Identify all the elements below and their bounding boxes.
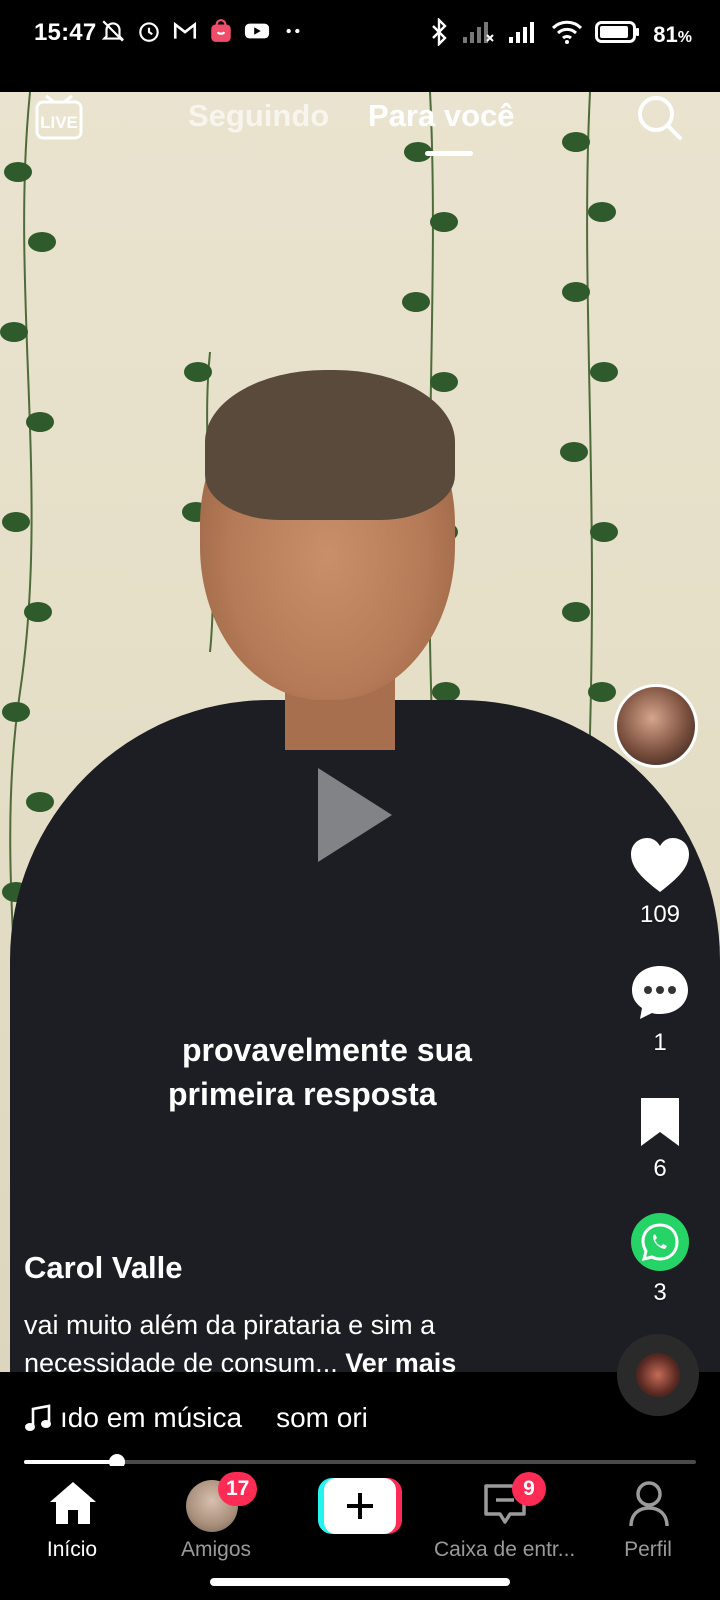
search-icon[interactable] — [636, 94, 684, 147]
music-disc-cover — [636, 1353, 680, 1397]
signal-icon — [507, 19, 539, 50]
creator-avatar[interactable] — [614, 684, 698, 768]
friends-badge: 17 — [218, 1472, 258, 1506]
live-label: LIVE — [40, 113, 78, 132]
tab-following[interactable]: Seguindo — [188, 98, 329, 134]
video-description[interactable]: vai muito além da pirataria e sim a nece… — [24, 1306, 584, 1382]
share-button[interactable]: 3 — [620, 1212, 700, 1307]
music-disc[interactable] — [617, 1334, 699, 1416]
create-button[interactable] — [318, 1478, 402, 1534]
top-nav: LIVE Seguindo Para você — [0, 92, 720, 162]
plus-icon — [347, 1493, 373, 1519]
live-icon[interactable]: LIVE — [34, 92, 84, 147]
status-left-icons — [100, 18, 306, 44]
active-tab-indicator — [425, 151, 473, 156]
battery-percent: 81% — [653, 21, 692, 47]
nav-profile-label: Perfil — [624, 1538, 672, 1561]
gmail-icon — [172, 18, 198, 44]
music-title-part-2: som ori — [276, 1402, 368, 1433]
youtube-icon — [244, 18, 270, 44]
save-count: 6 — [653, 1155, 667, 1182]
like-count: 109 — [639, 901, 681, 928]
more-dots-icon — [280, 18, 306, 44]
video-player[interactable] — [0, 92, 720, 1372]
comment-button[interactable]: 1 — [620, 962, 700, 1057]
music-bar[interactable]: ıdo em música som ori — [0, 1372, 720, 1464]
person-hair — [205, 370, 455, 520]
battery-icon — [595, 19, 641, 50]
nav-friends-label: Amigos — [180, 1538, 252, 1561]
comment-count: 1 — [653, 1029, 667, 1056]
status-time: 15:47 — [34, 19, 97, 46]
music-note-icon — [25, 1404, 51, 1431]
music-title-part-1: ıdo em música — [60, 1402, 243, 1433]
shopping-bag-icon — [208, 18, 234, 44]
overlay-line-1: provavelmente sua — [182, 1032, 472, 1068]
play-icon[interactable] — [310, 760, 400, 870]
progress-fill — [24, 1460, 117, 1464]
home-indicator[interactable] — [210, 1578, 510, 1586]
bluetooth-icon — [429, 17, 449, 51]
mute-bell-icon — [100, 18, 126, 44]
tab-for-you[interactable]: Para você — [368, 98, 515, 134]
like-button[interactable]: 109 — [620, 836, 700, 929]
whatsapp-icon — [631, 1213, 689, 1271]
profile-icon — [629, 1481, 669, 1527]
creator-username[interactable]: Carol Valle — [24, 1250, 183, 1286]
status-right-icons: 81% — [429, 17, 692, 51]
wifi-icon — [551, 19, 583, 50]
music-title: ıdo em música som ori — [60, 1402, 368, 1434]
comment-icon — [632, 966, 688, 1019]
home-icon — [50, 1482, 96, 1524]
status-bar: 15:47 81% — [0, 0, 720, 92]
alarm-icon — [136, 18, 162, 44]
inbox-badge: 9 — [512, 1472, 546, 1506]
video-overlay-text: provavelmente sua primeira resposta — [168, 1028, 568, 1116]
bookmark-icon — [641, 1098, 679, 1146]
overlay-line-2: primeira resposta — [168, 1076, 437, 1112]
heart-icon — [631, 838, 689, 892]
nav-home-label: Início — [46, 1538, 98, 1561]
create-button-face — [324, 1478, 396, 1534]
signal-off-icon — [461, 19, 495, 50]
share-count: 3 — [653, 1279, 667, 1306]
nav-inbox-label: Caixa de entr... — [434, 1538, 576, 1561]
save-button[interactable]: 6 — [620, 1096, 700, 1183]
